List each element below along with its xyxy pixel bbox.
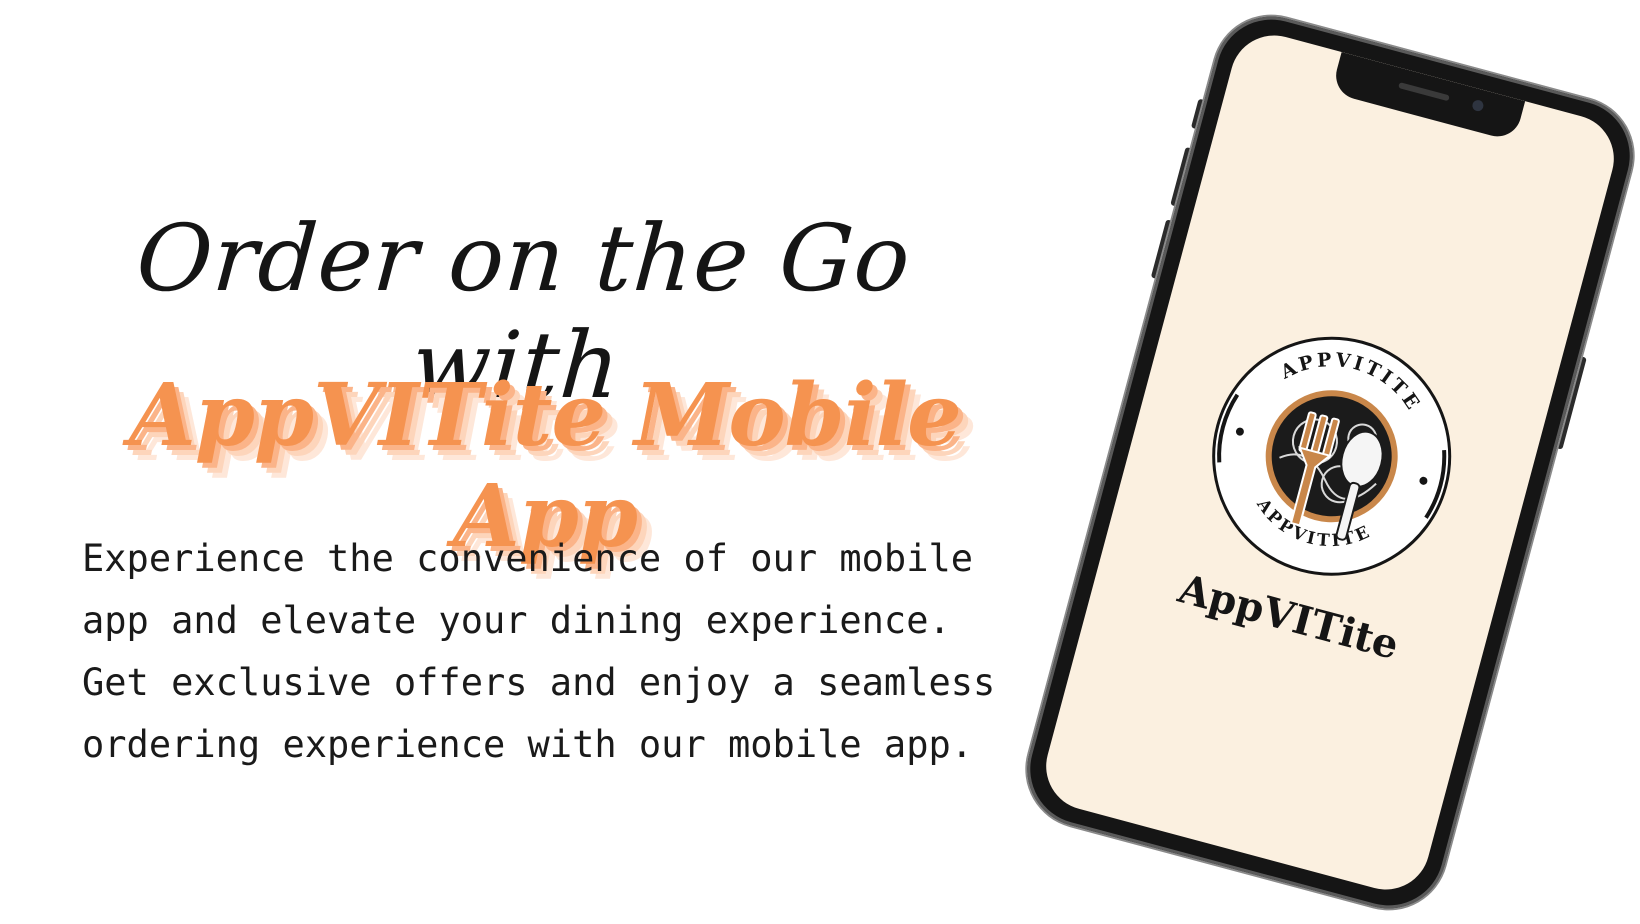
phone-frame: APPVITITE APPVITITE AppVITite	[1014, 3, 1640, 922]
speaker-icon	[1398, 82, 1450, 102]
description: Experience the convenience of our mobile…	[82, 528, 1012, 776]
description-line: Get exclusive offers and enjoy a seamles…	[82, 661, 996, 704]
description-line: Experience the convenience of our mobile	[82, 537, 974, 580]
description-line: app and elevate your dining experience.	[82, 599, 951, 642]
description-line: ordering experience with our mobile app.	[82, 723, 974, 766]
logo-badge-icon: APPVITITE APPVITITE	[1212, 333, 1452, 576]
phone-notch	[1330, 52, 1526, 142]
app-logo: APPVITITE APPVITITE	[1179, 303, 1485, 609]
camera-icon	[1471, 98, 1485, 113]
phone-screen: APPVITITE APPVITITE AppVITite	[1036, 25, 1624, 900]
phone-mockup: APPVITITE APPVITITE AppVITite	[1014, 3, 1640, 922]
